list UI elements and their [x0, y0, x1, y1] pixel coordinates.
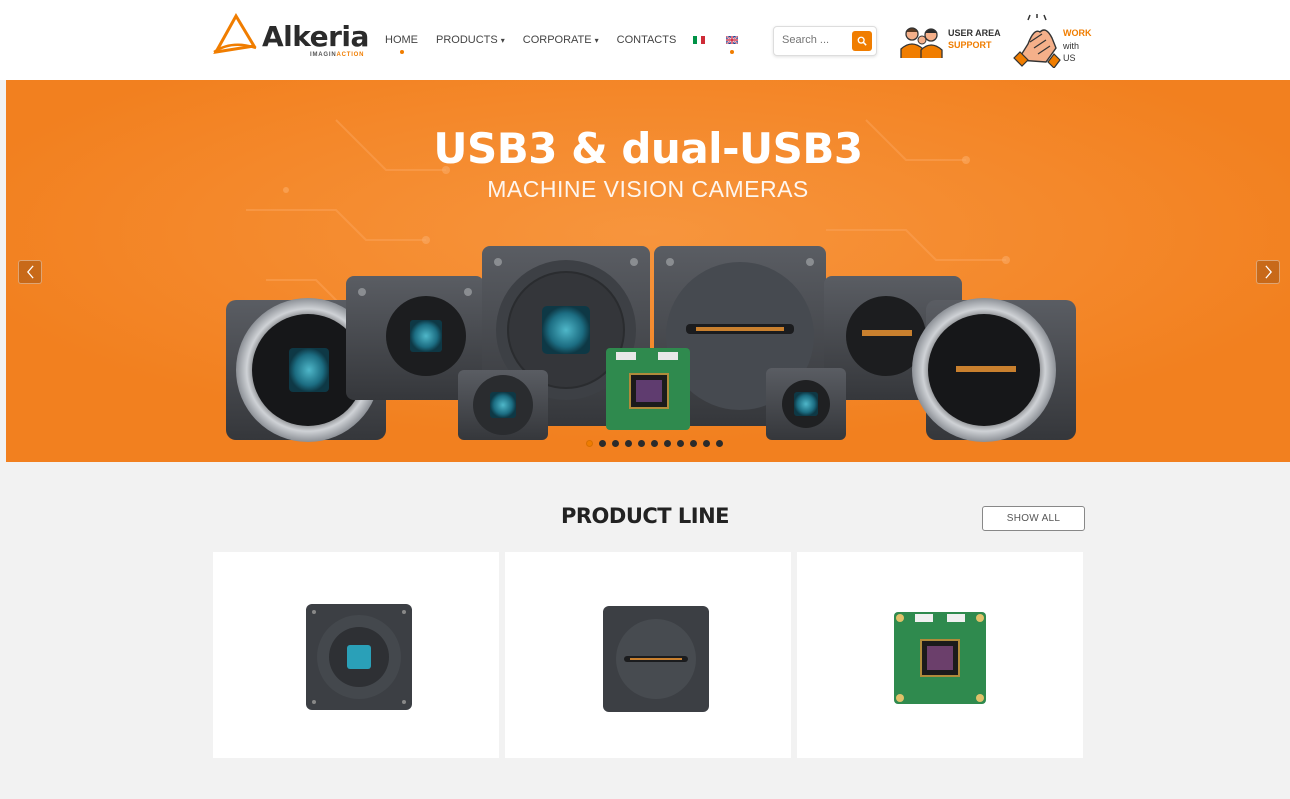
caret-down-icon: ▾ — [594, 36, 599, 45]
hero-subtitle: MACHINE VISION CAMERAS — [487, 176, 809, 202]
carousel-pagination — [586, 440, 729, 447]
show-all-button[interactable]: SHOW ALL — [982, 506, 1085, 531]
nav-home[interactable]: HOME — [385, 34, 418, 54]
italian-flag-icon[interactable] — [693, 36, 705, 44]
uk-flag-icon[interactable] — [726, 36, 738, 44]
chevron-right-icon — [1264, 265, 1272, 279]
hero-carousel: USB3 & dual-USB3 MACHINE VISION CAMERAS — [6, 80, 1290, 462]
users-group-icon — [900, 27, 943, 58]
user-area-label: USER AREA — [948, 28, 1001, 38]
with-label: with — [1063, 41, 1080, 51]
search-box — [773, 26, 877, 56]
work-label: WORK — [1063, 28, 1092, 38]
caret-down-icon: ▾ — [500, 36, 505, 45]
nav-contacts-label: CONTACTS — [616, 34, 677, 46]
carousel-dot[interactable] — [638, 440, 645, 447]
handshake-icon — [1013, 14, 1061, 68]
work-with-us-link[interactable]: WORK with US — [1012, 14, 1102, 68]
search-input[interactable] — [782, 34, 848, 46]
product-line-title: PRODUCT LINE — [560, 504, 730, 528]
carousel-dot[interactable] — [599, 440, 606, 447]
logo-wordmark: Alkeria — [262, 20, 369, 53]
carousel-prev-button[interactable] — [18, 260, 42, 284]
carousel-dot[interactable] — [690, 440, 697, 447]
carousel-dot[interactable] — [612, 440, 619, 447]
nav-active-indicator — [399, 50, 404, 54]
main-nav: HOME PRODUCTS ▾ CORPORATE ▾ CONTACTS — [385, 34, 694, 54]
user-area-support-link[interactable]: USER AREA SUPPORT — [898, 22, 1008, 62]
carousel-dot[interactable] — [651, 440, 658, 447]
board-camera-icon — [894, 612, 986, 704]
us-label: US — [1063, 53, 1076, 63]
carousel-dot[interactable] — [664, 440, 671, 447]
product-card-usb3-camera[interactable] — [213, 552, 499, 758]
hero-title: USB3 & dual-USB3 — [433, 124, 863, 173]
product-card-board-camera[interactable] — [797, 552, 1083, 758]
camera-line-scan-icon — [603, 606, 709, 712]
search-button[interactable] — [852, 31, 872, 51]
logo-triangle-icon — [213, 13, 257, 54]
product-card-line-scan-camera[interactable] — [505, 552, 791, 758]
language-active-indicator — [730, 50, 734, 54]
site-header: Alkeria IMAGINACTION HOME PRODUCTS ▾ CORP… — [0, 0, 1290, 80]
camera-sensor-round-icon — [306, 604, 412, 710]
carousel-dot[interactable] — [625, 440, 632, 447]
chevron-left-icon — [26, 265, 34, 279]
nav-contacts[interactable]: CONTACTS — [617, 34, 677, 46]
alkeria-logo[interactable]: Alkeria IMAGINACTION — [212, 12, 372, 60]
carousel-dot[interactable] — [586, 440, 593, 447]
logo-tagline: IMAGINACTION — [310, 52, 365, 58]
carousel-dot[interactable] — [677, 440, 684, 447]
nav-corporate-label: CORPORATE — [522, 34, 592, 46]
carousel-dot[interactable] — [716, 440, 723, 447]
carousel-dot[interactable] — [703, 440, 710, 447]
support-label: SUPPORT — [948, 40, 992, 50]
nav-home-label: HOME — [385, 34, 418, 46]
search-icon — [857, 36, 867, 46]
carousel-next-button[interactable] — [1256, 260, 1280, 284]
nav-corporate[interactable]: CORPORATE ▾ — [523, 34, 599, 46]
nav-products[interactable]: PRODUCTS ▾ — [436, 34, 505, 46]
nav-products-label: PRODUCTS — [436, 34, 498, 46]
